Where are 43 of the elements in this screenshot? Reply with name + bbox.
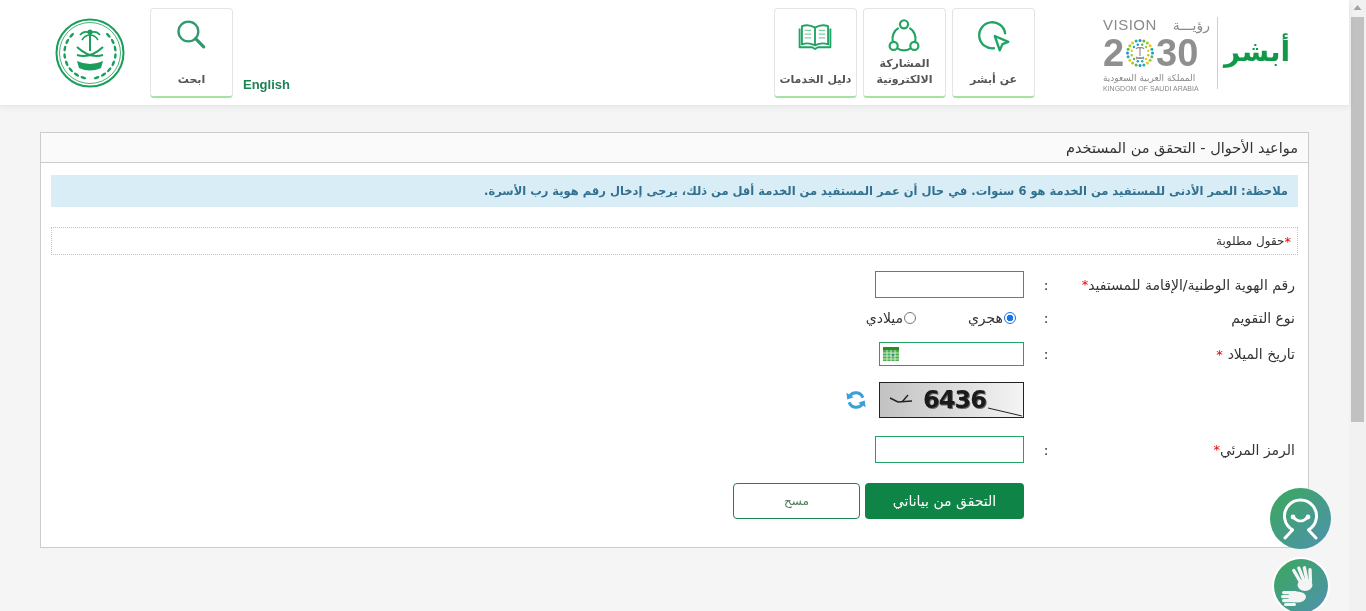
chatbot-face-icon[interactable] <box>1270 488 1331 549</box>
required-note-text: حقول مطلوبة <box>1216 234 1285 248</box>
open-book-icon <box>798 21 833 50</box>
year-digits: 30 <box>1156 34 1199 72</box>
input-field[interactable] <box>875 271 1024 298</box>
colon-mark: : <box>1043 346 1049 362</box>
required-mark: * <box>1216 346 1223 362</box>
captcha-text: 6436 <box>923 385 986 415</box>
search-button[interactable]: ابحث <box>150 7 233 98</box>
dotted-ring-emblem-icon <box>1125 38 1156 68</box>
logo-wordmark: أبشر <box>1223 32 1290 71</box>
date-field[interactable] <box>879 342 1024 366</box>
required-mark: * <box>1284 233 1291 249</box>
required-mark: * <box>1213 442 1220 457</box>
vision-label-ar: رؤيـــة <box>1172 16 1210 34</box>
calendar-icon[interactable] <box>883 347 899 361</box>
notice-alert: ملاحظة: العمر الأدنى للمستفيد من الخدمة هو 6 سنوات. في حال أن عمر المستفيد من الخدمة أقل من ذلك، يرجى إدخال رقم هوية رب الأسرة. <box>51 175 1298 207</box>
refresh-icon[interactable] <box>845 389 867 411</box>
nav-button[interactable]: عن أبشر <box>951 7 1035 98</box>
field-label: رقم الهوية الوطنية/الإقامة للمستفيد <box>1088 276 1295 293</box>
year-digit: 2 <box>1102 34 1125 72</box>
radio-option[interactable]: هجري <box>924 310 1024 326</box>
input-field[interactable] <box>875 436 1024 463</box>
colon-mark: : <box>1043 441 1049 458</box>
field-label: الرمز المرئي <box>1219 441 1295 458</box>
colon-mark: : <box>1043 310 1049 326</box>
field-label: نوع التقويم <box>1231 310 1295 326</box>
language-link[interactable]: English <box>243 77 290 92</box>
required-mark: * <box>1081 277 1089 292</box>
field-label: تاريخ الميلاد <box>1227 346 1295 362</box>
radio-option[interactable]: ميلادي <box>824 310 924 326</box>
nav-button[interactable]: المشاركة الالكترونية <box>862 7 946 98</box>
nav-button[interactable]: دليل الخدمات <box>773 7 857 98</box>
sign-language-hands-icon[interactable] <box>1272 557 1330 611</box>
palm-and-swords-emblem-icon <box>55 17 125 88</box>
radio-button[interactable] <box>904 312 916 324</box>
colon-mark: : <box>1043 276 1049 293</box>
country-name-ar: المملكة العربية السعودية <box>1102 72 1197 84</box>
panel-title: مواعيد الأحوال - التحقق من المستخدم <box>1065 139 1298 156</box>
vision-label: VISION <box>1102 16 1157 34</box>
verify-button[interactable]: التحقق من بياناتي <box>865 483 1024 519</box>
clear-button[interactable]: مسح <box>733 483 860 519</box>
radio-button[interactable] <box>1004 312 1016 324</box>
